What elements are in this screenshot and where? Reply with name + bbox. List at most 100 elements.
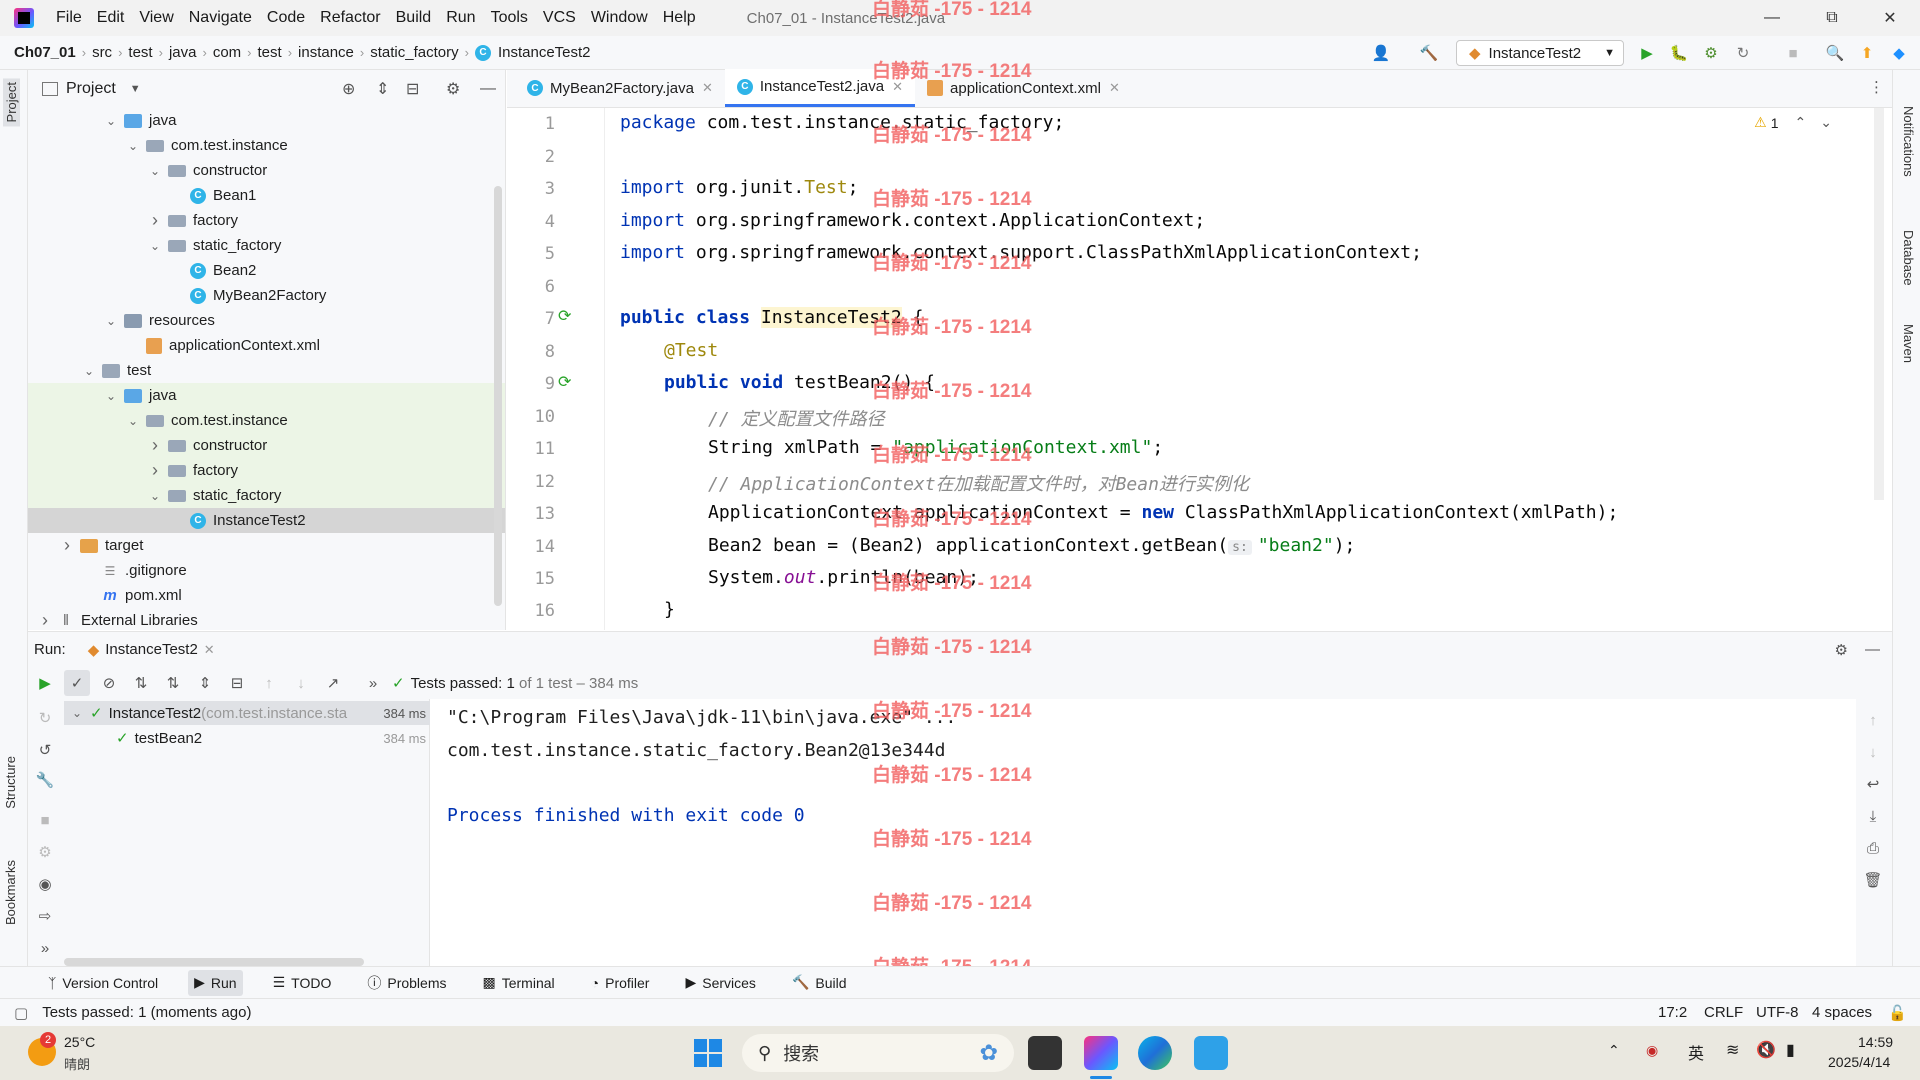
tree-item[interactable]: › constructor	[28, 433, 505, 458]
rerun-icon[interactable]: ▶	[32, 670, 58, 696]
more-icon[interactable]: »	[360, 670, 386, 696]
taskbar-search[interactable]: ⚲ 搜索 ✿	[742, 1034, 1014, 1072]
rerun-failed-icon[interactable]: ↻	[32, 705, 58, 731]
tab-instancetest2[interactable]: C InstanceTest2.java ✕	[724, 69, 916, 107]
tree-item[interactable]: C Bean1	[28, 183, 505, 208]
tree-item[interactable]: C MyBean2Factory	[28, 283, 505, 308]
chevron-down-icon[interactable]: ⌄	[126, 139, 140, 153]
breadcrumb-com[interactable]: com	[213, 44, 241, 61]
lock-icon[interactable]: 🔓	[1888, 1004, 1907, 1022]
chevron-right-icon[interactable]: ›	[148, 460, 162, 481]
close-icon[interactable]: ✕	[702, 80, 713, 96]
file-encoding[interactable]: UTF-8	[1756, 1004, 1799, 1021]
horizontal-scrollbar[interactable]	[64, 958, 364, 966]
tree-item[interactable]: applicationContext.xml	[28, 333, 505, 358]
chevron-down-icon[interactable]: ⌄	[126, 414, 140, 428]
caret-position[interactable]: 17:2	[1658, 1004, 1687, 1021]
notifications-tool-tab[interactable]: Notifications	[1901, 106, 1916, 177]
tool-todo[interactable]: ☰ TODO	[267, 970, 338, 996]
chevron-right-icon[interactable]: ›	[38, 610, 52, 630]
menu-window[interactable]: Window	[591, 9, 648, 27]
menu-tools[interactable]: Tools	[491, 9, 528, 27]
show-ignored-icon[interactable]: ⊘	[96, 670, 122, 696]
security-icon[interactable]: ◉	[1646, 1042, 1658, 1059]
line-separator[interactable]: CRLF	[1704, 1004, 1743, 1021]
breadcrumb-class[interactable]: InstanceTest2	[498, 44, 591, 61]
tree-item[interactable]: ⌄ resources	[28, 308, 505, 333]
sort-duration-icon[interactable]: ⇅	[160, 670, 186, 696]
tool-terminal[interactable]: ▩ Terminal	[477, 970, 561, 996]
project-panel-title[interactable]: Project	[66, 80, 116, 98]
close-icon[interactable]: ✕	[1109, 80, 1120, 96]
wrench-icon[interactable]: 🔧	[32, 767, 58, 793]
plugin-icon[interactable]: ◆	[1890, 44, 1908, 62]
export-icon[interactable]: ↗	[320, 670, 346, 696]
tree-item[interactable]: › ‖ External Libraries	[28, 608, 505, 630]
breadcrumb-test[interactable]: test	[128, 44, 152, 61]
chevron-down-icon[interactable]: ⌄	[148, 239, 162, 253]
tool-profiler[interactable]: ◔ Profiler	[585, 970, 656, 996]
structure-tool-tab[interactable]: Structure	[3, 756, 18, 809]
chevron-right-icon[interactable]: ›	[60, 535, 74, 556]
clock-time[interactable]: 14:59	[1858, 1034, 1893, 1050]
soft-wrap-icon[interactable]: ↩	[1860, 771, 1886, 797]
user-icon[interactable]: 👤	[1372, 44, 1391, 62]
chevron-down-icon[interactable]: ⌄	[1820, 114, 1832, 131]
menu-refactor[interactable]: Refactor	[320, 9, 380, 27]
chevron-right-icon[interactable]: ›	[148, 210, 162, 231]
test-row[interactable]: ✓ testBean2 384 ms	[64, 726, 430, 750]
code-editor[interactable]: 1 2 3 4 5 6 7 8 9 10 11 12 13 14 15 16 ⟳ ⟳ package com.…	[507, 108, 1892, 630]
menu-navigate[interactable]: Navigate	[189, 9, 252, 27]
weather-temp[interactable]: 25°C	[64, 1034, 95, 1050]
tree-item[interactable]: › factory	[28, 458, 505, 483]
chevron-down-icon[interactable]: ⌄	[82, 364, 96, 378]
menu-code[interactable]: Code	[267, 9, 305, 27]
tree-item[interactable]: C InstanceTest2	[28, 508, 505, 533]
breadcrumb-static-factory[interactable]: static_factory	[370, 44, 458, 61]
tree-item[interactable]: ☰ .gitignore	[28, 558, 505, 583]
profile-icon[interactable]: ↻	[1734, 44, 1752, 62]
show-passed-icon[interactable]: ✓	[64, 670, 90, 696]
exit-icon[interactable]: ⇨	[32, 903, 58, 929]
console-output[interactable]: "C:\Program Files\Java\jdk-11\bin\java.e…	[431, 699, 1856, 966]
menu-edit[interactable]: Edit	[97, 9, 125, 27]
chevron-right-icon[interactable]: ›	[148, 435, 162, 456]
scroll-to-end-icon[interactable]: ⤓	[1860, 803, 1886, 829]
tree-item[interactable]: ⌄ com.test.instance	[28, 133, 505, 158]
search-icon[interactable]: 🔍	[1826, 44, 1845, 62]
hammer-build-icon[interactable]: 🔨	[1420, 44, 1439, 62]
arrow-up-icon[interactable]: ↑	[256, 670, 282, 696]
speaker-muted-icon[interactable]: 🔇	[1756, 1040, 1776, 1060]
tree-item[interactable]: › factory	[28, 208, 505, 233]
tab-applicationcontext[interactable]: applicationContext.xml ✕	[915, 69, 1132, 107]
expand-all-icon[interactable]: ⇕	[192, 670, 218, 696]
collapse-all-icon[interactable]: ⊟	[224, 670, 250, 696]
notepad-icon[interactable]	[1194, 1036, 1228, 1070]
menu-help[interactable]: Help	[663, 9, 696, 27]
task-view-icon[interactable]	[1028, 1036, 1062, 1070]
run-icon[interactable]: ▶	[1638, 44, 1656, 62]
run-config-select[interactable]: ◆ InstanceTest2 ▼	[1456, 40, 1624, 66]
sort-alpha-icon[interactable]: ⇅	[128, 670, 154, 696]
breadcrumb-instance[interactable]: instance	[298, 44, 354, 61]
tree-item[interactable]: ⌄ java	[28, 383, 505, 408]
tree-item[interactable]: ⌄ constructor	[28, 158, 505, 183]
tree-item[interactable]: ⌄ test	[28, 358, 505, 383]
gear-icon[interactable]: ⚙	[446, 79, 460, 99]
chevron-up-icon[interactable]: ⌃	[1608, 1042, 1620, 1059]
arrow-up-icon[interactable]: ↑	[1860, 707, 1886, 733]
layout-icon[interactable]: ▢	[14, 1004, 28, 1022]
battery-icon[interactable]: ▮	[1786, 1040, 1795, 1060]
tool-services[interactable]: ▶ Services	[679, 970, 761, 996]
stop-icon[interactable]: ■	[32, 807, 58, 833]
intellij-taskbar-icon[interactable]	[1084, 1036, 1118, 1070]
breadcrumb-test-pkg[interactable]: test	[258, 44, 282, 61]
hide-panel-icon[interactable]: —	[1865, 641, 1880, 658]
breadcrumb-src[interactable]: src	[92, 44, 112, 61]
more-icon[interactable]: »	[32, 935, 58, 961]
minimize-icon[interactable]: —	[1744, 0, 1800, 36]
tab-mybean2factory[interactable]: C MyBean2Factory.java ✕	[515, 69, 725, 107]
chevron-down-icon[interactable]: ⌄	[148, 489, 162, 503]
tree-item[interactable]: ⌄ com.test.instance	[28, 408, 505, 433]
arrow-down-icon[interactable]: ↓	[1860, 739, 1886, 765]
